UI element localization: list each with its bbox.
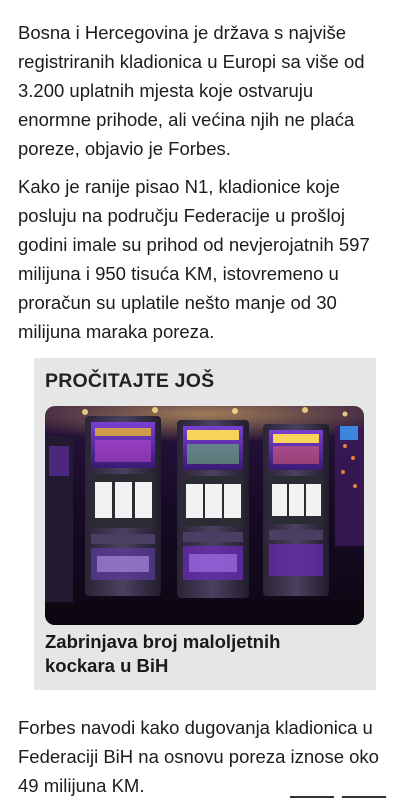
slot-machine-2 [177, 420, 249, 598]
bottom-divider-left [290, 796, 334, 798]
article-paragraph-3: Forbes navodi kako dugovanja kladionica … [18, 717, 379, 796]
slot-machine-1 [85, 416, 161, 596]
article-paragraph-1: Bosna i Hercegovina je država s najviše … [18, 22, 365, 159]
slot-machine-3 [263, 424, 329, 596]
read-more-image[interactable] [45, 406, 364, 625]
article-paragraph-2: Kako je ranije pisao N1, kladionice koje… [18, 176, 370, 342]
bottom-divider-right [342, 796, 386, 798]
read-more-article-link[interactable]: Zabrinjava broj maloljetnih kockara u Bi… [45, 630, 355, 678]
read-more-box[interactable]: PROČITAJTE JOŠ Zabrinjava broj maloljetn… [34, 358, 376, 690]
read-more-heading: PROČITAJTE JOŠ [45, 370, 215, 392]
